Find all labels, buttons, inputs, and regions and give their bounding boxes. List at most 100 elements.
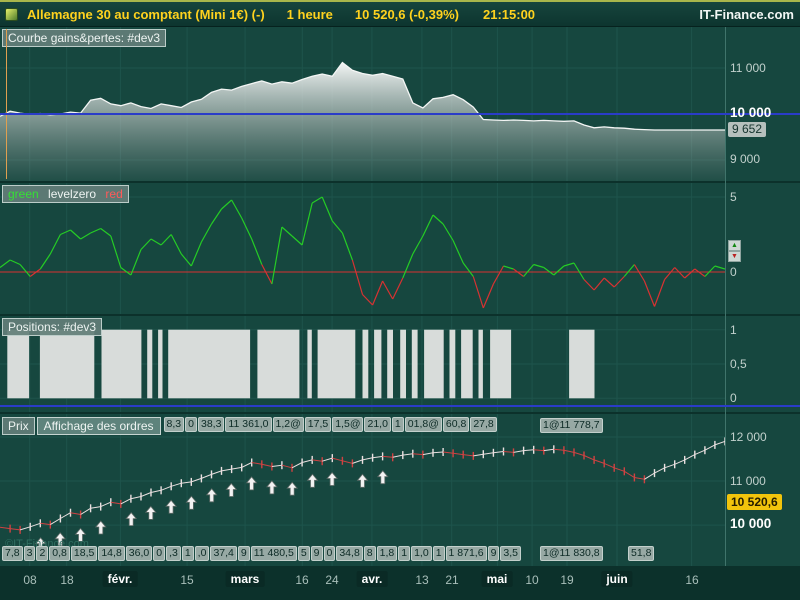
axis-label-osc-0: 0	[730, 265, 737, 279]
order-tag[interactable]: 27,8	[470, 417, 497, 432]
equity-last-value-badge: 9 652	[728, 122, 767, 137]
order-tag[interactable]: 51,8	[628, 546, 655, 561]
time-axis-day-label: 13	[415, 573, 429, 587]
order-tag[interactable]: 11 480,5	[250, 546, 297, 561]
axis-label-pos-05: 0,5	[730, 357, 747, 371]
axis-label-equity-9000: 9 000	[730, 152, 761, 166]
panel-equity: Courbe gains&pertes: #dev3	[0, 27, 800, 181]
legend-red-label: red	[105, 187, 123, 201]
price-chart[interactable]	[0, 414, 725, 566]
order-tag[interactable]: 3	[23, 546, 36, 561]
window-top-border	[0, 0, 800, 2]
app-icon[interactable]	[5, 7, 18, 21]
order-tags-top: 8,3 0 38,3 11 361,0 1,2@ 17,5 1,5@ 21,0 1 01,8@ 60…	[163, 417, 498, 432]
chart-cursor-line	[6, 29, 7, 179]
oscillator-legend[interactable]: green levelzero red	[2, 185, 129, 203]
axis-label-pos-1: 1	[730, 323, 737, 337]
time-axis-day-label: 18	[60, 573, 74, 587]
order-tag[interactable]: 5	[297, 546, 310, 561]
time-axis-month-label: juin	[601, 571, 633, 587]
order-tag[interactable]: 1,8	[376, 546, 398, 561]
axis-label-price-11000: 11 000	[730, 474, 766, 488]
time-axis-month-label: févr.	[102, 571, 138, 587]
order-tag[interactable]: 21,0	[364, 417, 391, 432]
time-axis-day-label: 10	[525, 573, 539, 587]
time-axis: 08 18 févr. 15 mars 16 24 avr. 13 21 mai 10 19 juin 16	[0, 566, 800, 600]
order-tag[interactable]: 8	[363, 546, 376, 561]
brand-logo: IT-Finance.com	[699, 6, 794, 22]
order-tag[interactable]: 8,3	[163, 417, 185, 432]
panel-price: ©IT-Finance.com Prix Affichage des ordre…	[0, 414, 800, 566]
axis-label-equity-11000: 11 000	[730, 61, 766, 75]
order-tag[interactable]: 9	[237, 546, 250, 561]
time-axis-day-label: 08	[23, 573, 37, 587]
order-tag[interactable]: 1	[181, 546, 194, 561]
order-tag[interactable]: 18,5	[70, 546, 98, 561]
axis-label-pos-0: 0	[730, 391, 737, 405]
orders-row-bottom: 7,8 3 2 0,8 18,5 14,8 36,0 0,3 1,0 37,4 9 11 480,5 5…	[2, 546, 522, 561]
time-axis-day-label: 16	[685, 573, 699, 587]
order-tag[interactable]: 38,3	[197, 417, 225, 432]
axis-scroll-widget: ▲ ▼	[728, 240, 741, 262]
time-axis-day-label: 15	[180, 573, 194, 587]
order-tag[interactable]: 9	[487, 546, 500, 561]
panel-positions: Positions: #dev3	[0, 316, 800, 412]
positions-chart[interactable]	[0, 316, 725, 412]
time-axis-day-label: 16	[295, 573, 309, 587]
order-tag[interactable]: 1,2@	[272, 417, 304, 432]
order-tag[interactable]: 34,8	[336, 546, 363, 561]
legend-green-label: green	[8, 187, 39, 201]
order-tag[interactable]: 2	[36, 546, 49, 561]
order-tag[interactable]: 1,5@	[332, 417, 364, 432]
order-tag[interactable]: ,3	[166, 546, 181, 561]
price-panel-label: Prix	[2, 417, 35, 435]
positions-baseline-line	[0, 405, 800, 407]
legend-levelzero-label: levelzero	[48, 187, 97, 201]
order-tag[interactable]: 14,8	[98, 546, 125, 561]
order-tag[interactable]: 1,0	[411, 546, 432, 561]
order-tag[interactable]: 9	[310, 546, 323, 561]
order-tag[interactable]: 0	[153, 546, 166, 561]
order-tag[interactable]: 0	[323, 546, 336, 561]
order-tag[interactable]: 11 361,0	[225, 417, 272, 432]
time-axis-day-label: 24	[325, 573, 339, 587]
order-tag[interactable]: 0,8	[49, 546, 70, 561]
timeframe-label: 1 heure	[286, 6, 333, 22]
axis-label-price-12000: 12 000	[730, 430, 767, 444]
order-tag[interactable]: 1	[398, 546, 411, 561]
axis-separator-line	[725, 27, 726, 566]
time-axis-day-label: 19	[560, 573, 574, 587]
order-tag[interactable]: 1	[432, 546, 445, 561]
order-tags-bottom: 7,8 3 2 0,8 18,5 14,8 36,0 0,3 1,0 37,4 9 11 480,5 5…	[2, 546, 522, 561]
order-tag[interactable]: 01,8@	[404, 417, 442, 432]
axis-label-equity-10000: 10 000	[730, 105, 772, 120]
axis-label-osc-5: 5	[730, 190, 737, 204]
order-tag[interactable]: 60,8	[442, 417, 470, 432]
panel-oscillator: green levelzero red	[0, 183, 800, 314]
orders-row-top: Prix Affichage des ordres 8,3 0 38,3 11 361…	[2, 417, 498, 435]
order-tag[interactable]: 37,4	[210, 546, 237, 561]
instrument-title: Allemagne 30 au comptant (Mini 1€) (-)	[27, 6, 265, 22]
order-tag[interactable]: 1 871,6	[445, 546, 487, 561]
trading-app-window: Allemagne 30 au comptant (Mini 1€) (-) 1…	[0, 0, 800, 600]
order-tag[interactable]: 17,5	[304, 417, 332, 432]
order-tag[interactable]: 1@11 830,8	[540, 546, 603, 561]
clock-label: 21:15:00	[482, 6, 536, 22]
equity-indicator-label[interactable]: Courbe gains&pertes: #dev3	[2, 29, 167, 47]
positions-indicator-label[interactable]: Positions: #dev3	[2, 318, 103, 336]
order-tag[interactable]: ,0	[194, 546, 210, 561]
header-bar: Allemagne 30 au comptant (Mini 1€) (-) 1…	[0, 2, 800, 27]
order-tag[interactable]: 1	[391, 417, 404, 432]
last-price-change-label: 10 520,6 (-0,39%)	[354, 6, 459, 22]
order-tag[interactable]: 0	[185, 417, 197, 432]
order-tag[interactable]: 36,0	[125, 546, 153, 561]
order-tag[interactable]: 3,5	[500, 546, 522, 561]
order-tag[interactable]: 1@11 778,7	[540, 418, 603, 433]
axis-scroll-down-button[interactable]: ▼	[728, 251, 741, 262]
axis-scroll-up-button[interactable]: ▲	[728, 240, 741, 251]
orders-display-button[interactable]: Affichage des ordres	[36, 417, 161, 435]
time-axis-month-label: mai	[481, 571, 513, 587]
equity-curve-chart[interactable]	[0, 27, 725, 181]
equity-baseline-line	[0, 113, 800, 115]
order-tag[interactable]: 7,8	[2, 546, 23, 561]
